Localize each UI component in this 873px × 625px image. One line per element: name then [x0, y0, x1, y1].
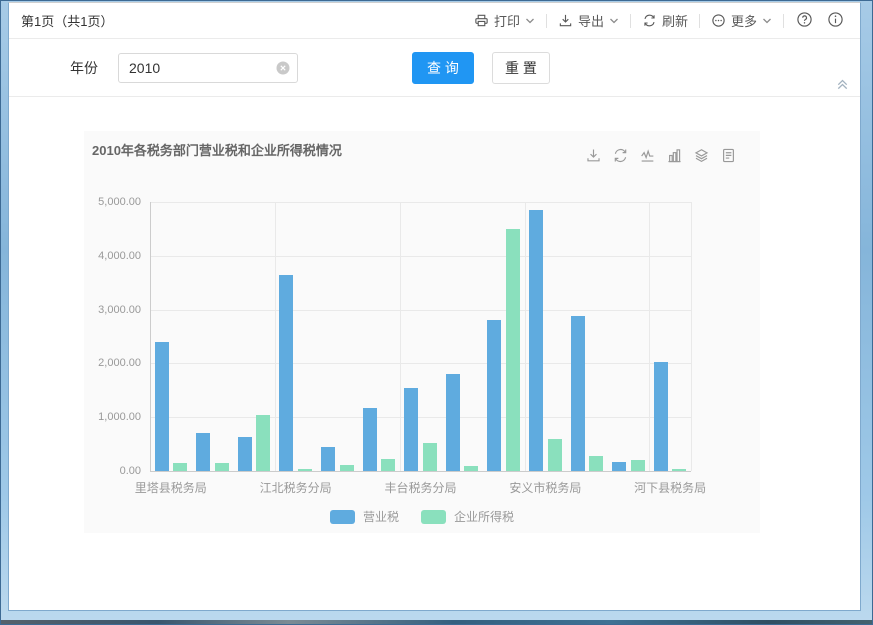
toolbar-divider	[630, 14, 631, 28]
pagination-text: 第1页（共1页）	[21, 11, 113, 30]
y-axis-tick-label: 2,000.00	[71, 357, 141, 369]
bar-营业税-0	[155, 342, 169, 471]
bar-企业所得税-9	[548, 439, 562, 471]
bar-企业所得税-10	[589, 456, 603, 471]
ellipsis-circle-icon	[711, 13, 726, 28]
line-chart-icon[interactable]	[639, 147, 656, 164]
chart-title: 2010年各税务部门营业税和企业所得税情况	[92, 140, 342, 159]
x-axis-tick-label: 河下县税务局	[615, 479, 725, 496]
bar-企业所得税-0	[173, 463, 187, 471]
taskbar-sliver	[1, 620, 872, 624]
bar-营业税-7	[446, 374, 460, 471]
refresh-icon	[642, 13, 657, 28]
chevron-down-icon	[525, 16, 535, 26]
collapse-double-chevron-up-icon[interactable]	[835, 77, 850, 92]
y-axis-tick-label: 4,000.00	[71, 250, 141, 262]
chart-legend: 营业税 企业所得税	[84, 508, 760, 525]
bar-营业税-4	[321, 447, 335, 471]
printer-icon	[474, 13, 489, 28]
bar-企业所得税-7	[464, 466, 478, 471]
help-button[interactable]	[794, 9, 815, 33]
bar-企业所得税-1	[215, 463, 229, 471]
info-button[interactable]	[825, 9, 846, 33]
export-button[interactable]: 导出	[557, 9, 620, 32]
chevron-down-icon	[762, 16, 772, 26]
query-form: 年份 查 询 重 置	[9, 39, 860, 97]
help-circle-icon	[796, 11, 813, 31]
legend-swatch	[330, 510, 355, 524]
toolbar-actions: 打印 导出	[473, 9, 846, 33]
top-toolbar: 第1页（共1页） 打印	[9, 3, 860, 39]
legend-swatch	[421, 510, 446, 524]
chart-panel: 2010年各税务部门营业税和企业所得税情况	[84, 131, 760, 533]
restore-icon[interactable]	[612, 147, 629, 164]
bar-chart-plot-area: 0.001,000.002,000.003,000.004,000.005,00…	[150, 202, 691, 471]
bar-营业税-2	[238, 437, 252, 471]
info-circle-icon	[827, 11, 844, 31]
data-view-icon[interactable]	[720, 147, 737, 164]
legend-item-企业所得税[interactable]: 企业所得税	[421, 508, 514, 525]
y-axis-tick-label: 0.00	[71, 465, 141, 477]
x-axis-tick-label: 安义市税务局	[490, 479, 600, 496]
report-content: 2010年各税务部门营业税和企业所得税情况	[9, 131, 860, 533]
legend-item-营业税[interactable]: 营业税	[330, 508, 399, 525]
legend-label: 营业税	[363, 508, 399, 525]
clear-input-icon[interactable]	[276, 61, 290, 75]
bar-营业税-1	[196, 433, 210, 471]
y-axis-tick-label: 1,000.00	[71, 411, 141, 423]
year-input-wrap	[118, 53, 298, 83]
bar-企业所得税-4	[340, 465, 354, 471]
x-axis-tick-label: 江北税务分局	[241, 479, 351, 496]
more-button[interactable]: 更多	[710, 9, 773, 32]
bar-chart-icon[interactable]	[666, 147, 683, 164]
year-input[interactable]	[118, 53, 298, 83]
bar-企业所得税-3	[298, 469, 312, 471]
legend-label: 企业所得税	[454, 508, 514, 525]
bar-企业所得税-2	[256, 415, 270, 471]
bar-营业税-11	[612, 462, 626, 471]
save-image-icon[interactable]	[585, 147, 602, 164]
stack-icon[interactable]	[693, 147, 710, 164]
bar-企业所得税-11	[631, 460, 645, 471]
bar-营业税-6	[404, 388, 418, 471]
query-button[interactable]: 查 询	[412, 52, 474, 84]
bar-企业所得税-5	[381, 459, 395, 471]
y-axis-tick-label: 5,000.00	[71, 196, 141, 208]
bar-营业税-5	[363, 408, 377, 471]
bar-营业税-8	[487, 320, 501, 471]
x-axis-tick-label: 里塔县税务局	[116, 479, 226, 496]
bar-营业税-10	[571, 316, 585, 471]
bar-企业所得税-12	[672, 469, 686, 471]
bar-企业所得税-6	[423, 443, 437, 472]
toolbar-divider	[699, 14, 700, 28]
chevron-down-icon	[609, 16, 619, 26]
year-label: 年份	[70, 58, 98, 78]
download-icon	[558, 13, 573, 28]
print-button[interactable]: 打印	[473, 9, 536, 32]
bar-营业税-12	[654, 362, 668, 471]
app-window: 第1页（共1页） 打印	[8, 2, 861, 611]
y-axis-tick-label: 3,000.00	[71, 304, 141, 316]
toolbar-divider	[783, 14, 784, 28]
toolbar-divider	[546, 14, 547, 28]
reset-button[interactable]: 重 置	[492, 52, 550, 84]
bar-营业税-3	[279, 275, 293, 471]
bar-企业所得税-8	[506, 229, 520, 471]
bar-营业税-9	[529, 210, 543, 471]
x-axis-tick-label: 丰台税务分局	[366, 479, 476, 496]
chart-toolbox	[585, 147, 737, 164]
desktop-window-frame: 第1页（共1页） 打印	[0, 0, 873, 625]
refresh-button[interactable]: 刷新	[641, 9, 689, 32]
